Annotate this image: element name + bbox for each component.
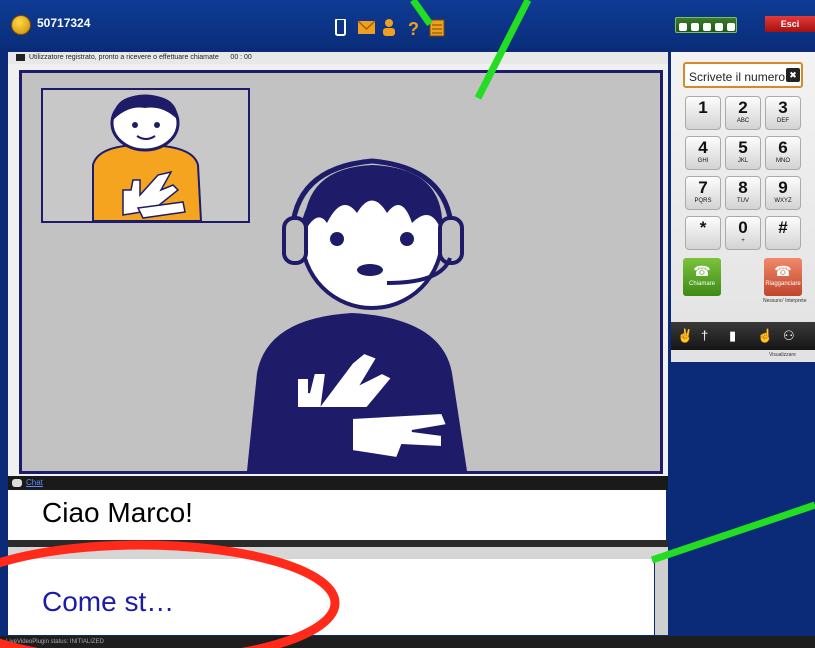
red-highlight-ellipse (0, 540, 340, 648)
green-arrow-3 (650, 501, 815, 564)
annotation-overlay (0, 0, 815, 648)
green-arrow-2 (474, 0, 532, 100)
green-arrow-1 (410, 0, 433, 27)
